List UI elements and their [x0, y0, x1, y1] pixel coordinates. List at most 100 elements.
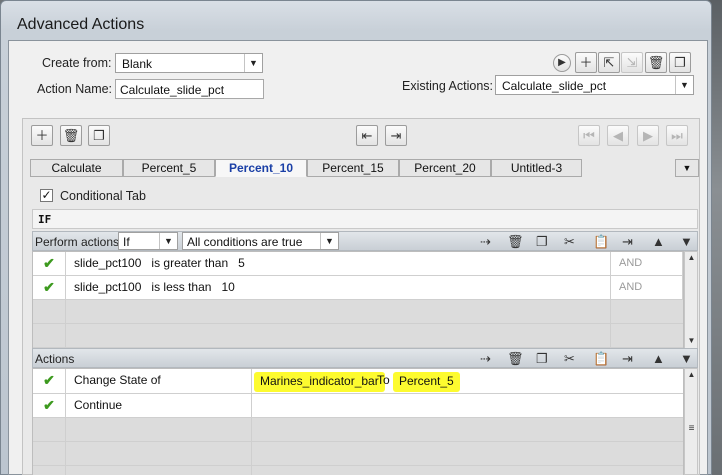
insert-action-icon[interactable]: ⇢: [480, 351, 491, 367]
condition-logic[interactable]: AND: [611, 252, 683, 276]
delete-action-icon[interactable]: 🗑: [645, 52, 667, 73]
action-command[interactable]: Change State of: [66, 369, 252, 394]
move-down-icon[interactable]: ▼: [680, 351, 693, 366]
actions-scrollbar[interactable]: ▲ ≡: [684, 368, 698, 475]
condition-row[interactable]: ✔ slide_pct100 is less than 10 AND: [33, 276, 683, 300]
cut-action-icon[interactable]: ✂: [564, 351, 575, 367]
last-decision-icon[interactable]: ⏭: [666, 125, 688, 146]
actions-toolbar: Actions ⇢ 🗑 ❐ ✂ 📋 ⇥ ▲ ▼: [32, 348, 698, 368]
empty-cell: [33, 466, 66, 475]
move-decision-left-icon[interactable]: ⇤: [356, 125, 378, 146]
perform-mode-value: If: [123, 235, 130, 249]
move-up-icon[interactable]: ▲: [652, 234, 665, 249]
create-from-dropdown[interactable]: Blank ▼: [115, 53, 263, 73]
condition-mode-dropdown[interactable]: All conditions are true ▼: [182, 232, 339, 250]
tab-percent-10[interactable]: Percent_10: [215, 159, 307, 177]
empty-cell: [66, 418, 252, 442]
duplicate-decision-icon[interactable]: ❐: [88, 125, 110, 146]
action-command[interactable]: Continue: [66, 394, 252, 418]
conditions-scrollbar[interactable]: ▲ ▼: [684, 251, 698, 349]
action-row[interactable]: ✔ Change State of Marines_indicator_bar …: [33, 369, 683, 394]
existing-actions-value: Calculate_slide_pct: [502, 79, 607, 93]
empty-cell: [66, 324, 611, 348]
action-row[interactable]: ✔ Continue: [33, 394, 683, 418]
action-arguments[interactable]: Marines_indicator_bar To Percent_5: [252, 369, 683, 394]
export-icon[interactable]: ⇲: [621, 52, 643, 73]
empty-action-row[interactable]: [33, 442, 683, 466]
condition-operator: is greater than: [151, 256, 229, 270]
tab-percent-20[interactable]: Percent_20: [399, 159, 491, 177]
copy-condition-icon[interactable]: ❐: [536, 234, 548, 250]
condition-expression[interactable]: slide_pct100 is less than 10: [66, 276, 611, 300]
empty-cell: [33, 442, 66, 466]
check-icon: ✔: [33, 276, 66, 300]
check-icon: ✔: [33, 252, 66, 276]
first-decision-icon[interactable]: ⏮: [578, 125, 600, 146]
empty-action-row[interactable]: [33, 418, 683, 442]
import-icon[interactable]: ⇱: [598, 52, 620, 73]
copy-action-icon[interactable]: ❐: [536, 351, 548, 367]
tab-calculate[interactable]: Calculate: [30, 159, 123, 177]
conditional-tab-checkbox[interactable]: ✓: [40, 189, 53, 202]
title-bar[interactable]: Advanced Actions: [1, 1, 711, 39]
tab-percent-5[interactable]: Percent_5: [123, 159, 215, 177]
scroll-up-icon[interactable]: ▲: [686, 370, 697, 379]
condition-variable: slide_pct100: [74, 256, 142, 270]
move-up-icon[interactable]: ▲: [652, 351, 665, 366]
insert-condition-icon[interactable]: ⇢: [480, 234, 491, 250]
paste-condition-icon[interactable]: 📋: [593, 234, 609, 250]
add-decision-icon[interactable]: ＋: [31, 125, 53, 146]
create-from-value: Blank: [122, 57, 153, 71]
conditions-grid: ✔ slide_pct100 is greater than 5 AND ✔ s…: [32, 251, 684, 349]
action-to-label: To: [377, 373, 390, 387]
chevron-down-icon: ▼: [159, 233, 177, 249]
condition-value: 10: [221, 280, 235, 294]
indent-condition-icon[interactable]: ⇥: [622, 234, 633, 250]
tab-percent-15[interactable]: Percent_15: [307, 159, 399, 177]
condition-operator: is less than: [151, 280, 212, 294]
move-decision-right-icon[interactable]: ⇥: [385, 125, 407, 146]
chevron-down-icon: ▼: [675, 76, 693, 94]
empty-action-row[interactable]: [33, 466, 683, 475]
empty-cell: [66, 466, 252, 475]
condition-row[interactable]: ✔ slide_pct100 is greater than 5 AND: [33, 252, 683, 276]
action-state-highlight[interactable]: Percent_5: [393, 372, 460, 392]
delete-action-row-icon[interactable]: 🗑: [507, 351, 524, 367]
tabs-overflow-chevron-icon[interactable]: ▼: [675, 159, 699, 177]
condition-value: 5: [238, 256, 245, 270]
action-target-highlight[interactable]: Marines_indicator_bar: [254, 372, 385, 392]
paste-action-icon[interactable]: 📋: [593, 351, 609, 367]
delete-decision-icon[interactable]: 🗑: [60, 125, 82, 146]
condition-logic[interactable]: AND: [611, 276, 683, 300]
condition-expression[interactable]: slide_pct100 is greater than 5: [66, 252, 611, 276]
move-down-icon[interactable]: ▼: [680, 234, 693, 249]
actions-grid: ✔ Change State of Marines_indicator_bar …: [32, 368, 684, 475]
scroll-down-icon[interactable]: ▼: [686, 336, 697, 345]
perform-mode-dropdown[interactable]: If ▼: [118, 232, 178, 250]
check-icon: ✔: [33, 369, 66, 394]
scroll-up-icon[interactable]: ▲: [686, 253, 697, 262]
create-from-label: Create from:: [42, 56, 112, 70]
cut-condition-icon[interactable]: ✂: [564, 234, 575, 250]
scroll-grip-icon[interactable]: ≡: [686, 423, 697, 434]
chevron-down-icon: ▼: [244, 54, 262, 72]
condition-variable: slide_pct100: [74, 280, 142, 294]
indent-action-icon[interactable]: ⇥: [622, 351, 633, 367]
empty-condition-row[interactable]: [33, 300, 683, 324]
empty-cell: [66, 300, 611, 324]
empty-cell: [33, 418, 66, 442]
tab-untitled-3[interactable]: Untitled-3: [491, 159, 582, 177]
add-action-icon[interactable]: ＋: [575, 52, 597, 73]
conditional-tab-label: Conditional Tab: [60, 189, 146, 203]
existing-actions-dropdown[interactable]: Calculate_slide_pct ▼: [495, 75, 694, 95]
conditions-toolbar: Perform actions: If ▼ All conditions are…: [32, 231, 698, 251]
duplicate-action-icon[interactable]: ❐: [669, 52, 691, 73]
preview-play-icon[interactable]: ▶: [553, 54, 571, 72]
empty-cell: [33, 324, 66, 348]
previous-decision-icon[interactable]: ◀: [607, 125, 629, 146]
action-name-field[interactable]: Calculate_slide_pct: [115, 79, 264, 99]
next-decision-icon[interactable]: ▶: [637, 125, 659, 146]
empty-condition-row[interactable]: [33, 324, 683, 348]
delete-condition-icon[interactable]: 🗑: [507, 234, 524, 250]
perform-actions-label: Perform actions:: [35, 235, 123, 249]
